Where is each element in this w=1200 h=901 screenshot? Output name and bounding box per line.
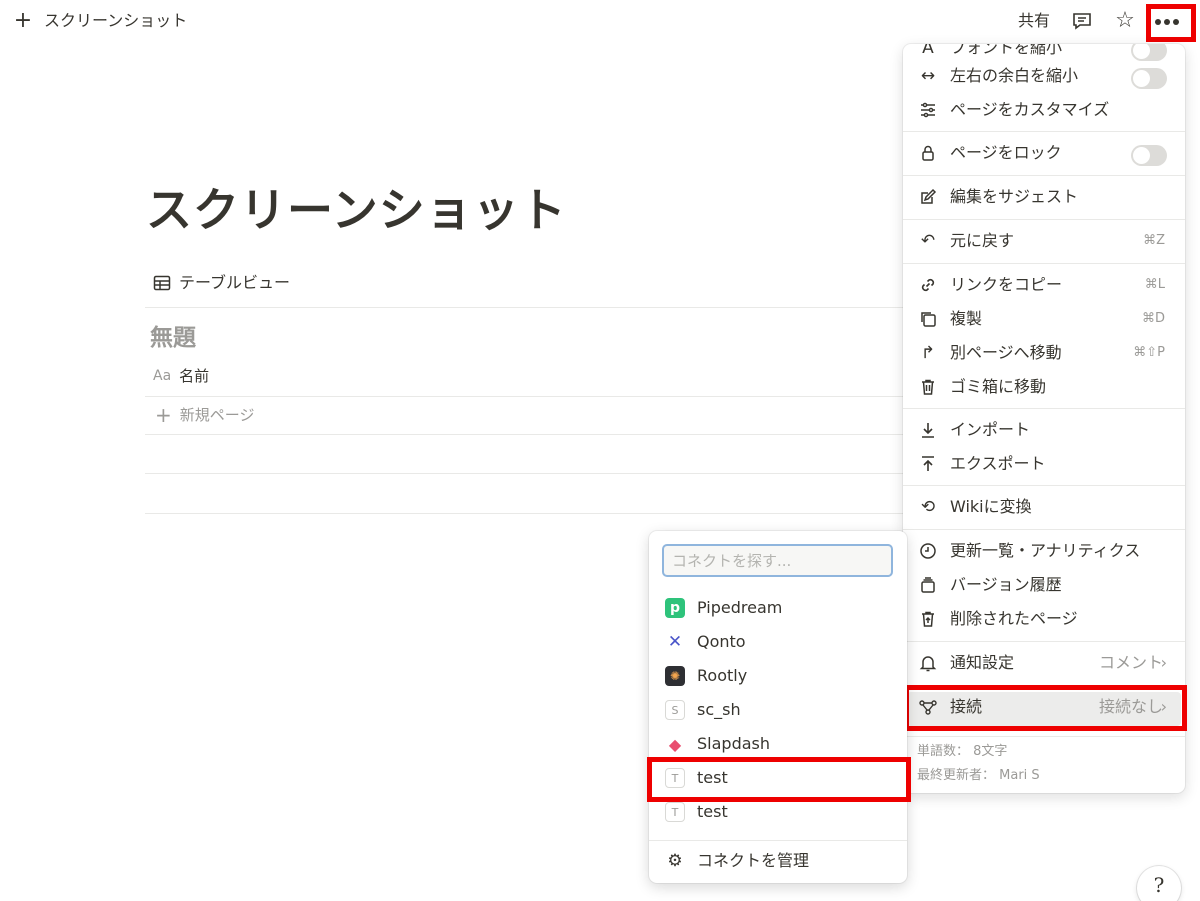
share-button[interactable]: 共有 — [1018, 10, 1050, 32]
menu-item-move-to-trash[interactable]: ゴミ箱に移動 — [903, 370, 1185, 404]
menu-item-lock-page[interactable]: ページをロック — [903, 136, 1185, 170]
test-connection-highlight — [647, 757, 911, 802]
letter-s-icon: S — [665, 700, 685, 720]
link-icon — [917, 274, 939, 296]
menu-item-customize-page[interactable]: ページをカスタマイズ — [903, 93, 1185, 127]
menu-divider — [649, 840, 907, 841]
connection-item-slapdash[interactable]: ◆ Slapdash — [649, 727, 907, 761]
text-property-icon: Aa — [153, 368, 172, 384]
bell-icon — [917, 652, 939, 674]
connection-item-qonto[interactable]: ✕ Qonto — [649, 625, 907, 659]
connection-search-input[interactable] — [662, 544, 893, 577]
lock-toggle[interactable] — [1131, 145, 1167, 166]
divider — [145, 513, 905, 514]
menu-divider — [903, 219, 1185, 220]
menu-item-deleted-pages[interactable]: 削除されたページ — [903, 602, 1185, 636]
clock-icon — [917, 540, 939, 562]
gear-icon: ⚙ — [667, 851, 683, 871]
menu-item-duplicate[interactable]: 複製 ⌘D — [903, 302, 1185, 336]
menu-item-updates-analytics[interactable]: 更新一覧・アナリティクス — [903, 534, 1185, 568]
lock-icon — [917, 142, 939, 164]
menu-item-full-width[interactable]: ↔ 左右の余白を縮小 — [903, 59, 1185, 93]
property-header-name[interactable]: Aa 名前 — [153, 364, 209, 388]
divider — [145, 473, 905, 474]
chevron-right-icon: › — [1160, 653, 1167, 672]
connections-submenu: p Pipedream ✕ Qonto ✺ Rootly S sc_sh ◆ S… — [649, 531, 907, 883]
topbar: + スクリーンショット 共有 ☆ — [0, 0, 1200, 44]
rootly-logo-icon: ✺ — [665, 666, 685, 686]
tab-table-view[interactable]: テーブルビュー — [152, 270, 290, 296]
group-title[interactable]: 無題 — [150, 321, 196, 355]
menu-item-version-history[interactable]: バージョン履歴 — [903, 568, 1185, 602]
page-options-menu: A フォントを縮小 ↔ 左右の余白を縮小 ページをカスタマイズ ページをロック … — [903, 44, 1185, 793]
qonto-logo-icon: ✕ — [667, 632, 683, 652]
menu-item-move-to[interactable]: ↱ 別ページへ移動 ⌘⇧P — [903, 336, 1185, 370]
deleted-pages-icon — [917, 608, 939, 630]
menu-divider — [903, 641, 1185, 642]
plus-icon[interactable]: + — [12, 8, 34, 34]
more-button-highlight — [1146, 4, 1196, 42]
comment-icon[interactable] — [1070, 9, 1094, 33]
menu-divider — [903, 736, 1185, 737]
manage-connections-button[interactable]: ⚙ コネクトを管理 — [649, 844, 907, 878]
undo-icon: ↶ — [920, 231, 936, 251]
arrows-horizontal-icon: ↔ — [920, 66, 936, 86]
font-size-icon: A — [922, 44, 934, 58]
connection-item-sc-sh[interactable]: S sc_sh — [649, 693, 907, 727]
menu-item-export[interactable]: エクスポート — [903, 447, 1185, 481]
menu-divider — [903, 485, 1185, 486]
last-edited-by: 最終更新者： Mari S — [917, 768, 1040, 783]
connections-highlight — [904, 685, 1187, 731]
full-width-toggle[interactable] — [1131, 68, 1167, 89]
connection-item-pipedream[interactable]: p Pipedream — [649, 591, 907, 625]
menu-item-suggest-edits[interactable]: 編集をサジェスト — [903, 180, 1185, 214]
suggest-edit-icon — [917, 186, 939, 208]
letter-t-icon: T — [665, 802, 685, 822]
menu-divider — [903, 408, 1185, 409]
export-icon — [917, 453, 939, 475]
menu-item-notifications[interactable]: 通知設定 コメント › — [903, 646, 1185, 680]
help-icon[interactable]: ? — [1137, 866, 1181, 901]
table-icon — [153, 275, 171, 291]
view-tab-label: テーブルビュー — [179, 273, 291, 292]
star-icon[interactable]: ☆ — [1112, 8, 1138, 34]
pipedream-logo-icon: p — [665, 598, 685, 618]
history-icon — [917, 574, 939, 596]
divider — [145, 396, 905, 397]
duplicate-icon — [917, 308, 939, 330]
menu-divider — [903, 131, 1185, 132]
menu-item-turn-into-wiki[interactable]: ⟲ Wikiに変換 — [903, 490, 1185, 524]
move-arrow-icon: ↱ — [920, 343, 936, 363]
new-page-button[interactable]: + 新規ページ — [155, 403, 254, 427]
menu-divider — [903, 529, 1185, 530]
menu-item-undo[interactable]: ↶ 元に戻す ⌘Z — [903, 224, 1185, 258]
divider — [145, 434, 905, 435]
page-title[interactable]: スクリーンショット — [146, 178, 567, 242]
word-count: 単語数： 8文字 — [917, 744, 1008, 759]
plus-icon: + — [155, 403, 172, 427]
convert-icon: ⟲ — [920, 497, 936, 517]
property-name: 名前 — [179, 367, 210, 385]
connection-item-rootly[interactable]: ✺ Rootly — [649, 659, 907, 693]
trash-icon — [917, 376, 939, 398]
menu-divider — [903, 263, 1185, 264]
menu-item-import[interactable]: インポート — [903, 413, 1185, 447]
new-page-label: 新規ページ — [179, 406, 255, 424]
import-icon — [917, 419, 939, 441]
divider — [145, 307, 905, 308]
menu-item-copy-link[interactable]: リンクをコピー ⌘L — [903, 268, 1185, 302]
slapdash-logo-icon: ◆ — [668, 734, 682, 754]
menu-divider — [903, 175, 1185, 176]
sliders-icon — [917, 99, 939, 121]
page-breadcrumb[interactable]: スクリーンショット — [44, 10, 187, 32]
